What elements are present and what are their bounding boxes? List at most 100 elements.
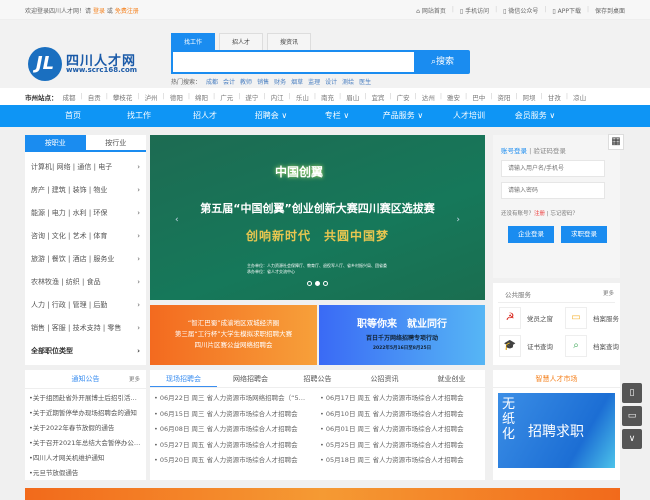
banner-smart-bashu[interactable]: “智汇巴蜀”成渝地区双城经济圈 第三届“工行杯”大学生模拟求职招聘大赛 四川片区… xyxy=(150,305,317,365)
hot-link[interactable]: 销售 xyxy=(257,77,269,86)
slide-dot[interactable] xyxy=(307,281,312,286)
mobile-link[interactable]: ▯ 手机访问 xyxy=(460,6,489,15)
tab-by-occupation[interactable]: 按职业 xyxy=(25,135,86,150)
city-link[interactable]: 泸州 xyxy=(145,92,158,102)
tab-code-login[interactable]: 验证码登录 xyxy=(533,147,566,155)
login-link[interactable]: 登录 xyxy=(93,8,105,15)
nav-item[interactable]: 招人才 xyxy=(172,105,238,127)
nav-item[interactable]: 找工作 xyxy=(106,105,172,127)
prev-slide-icon[interactable]: ‹ xyxy=(175,215,179,225)
nav-item[interactable]: 产品服务 ∨ xyxy=(370,105,436,127)
job-fair-item[interactable]: • 05月27日 周五 省人力资源市场综合人才招聘会 xyxy=(154,438,314,454)
category-all[interactable]: 全部职位类型 › xyxy=(25,340,146,363)
register-link[interactable]: 注册 xyxy=(534,211,545,217)
tab-account-login[interactable]: 账号登录 xyxy=(501,147,527,155)
hot-link[interactable]: 会计 xyxy=(223,77,235,86)
mobile-float-button[interactable]: ▯ xyxy=(622,383,642,403)
job-tab[interactable]: 网络招聘会 xyxy=(217,370,284,387)
company-login-button[interactable]: 企业登录 xyxy=(508,226,554,243)
hot-link[interactable]: 医生 xyxy=(359,77,371,86)
search-tab-jobs[interactable]: 找工作 xyxy=(171,33,215,50)
hot-link[interactable]: 教师 xyxy=(240,77,252,86)
city-link[interactable]: 成都 xyxy=(63,92,76,102)
city-link[interactable]: 凉山 xyxy=(573,92,586,102)
notice-item[interactable]: •关于2022年春节放假的通告 xyxy=(29,422,143,432)
message-float-button[interactable]: ▭ xyxy=(622,406,642,426)
city-link[interactable]: 乐山 xyxy=(296,92,309,102)
city-link[interactable]: 绵阳 xyxy=(195,92,208,102)
scroll-down-button[interactable]: ∨ xyxy=(622,429,642,449)
city-link[interactable]: 广元 xyxy=(220,92,233,102)
username-input[interactable] xyxy=(501,160,605,177)
bottom-banner[interactable] xyxy=(25,488,620,500)
hot-link[interactable]: 烟草 xyxy=(291,77,303,86)
job-tab[interactable]: 现场招聘会 xyxy=(150,370,217,387)
notice-item[interactable]: •关于近期暂停举办现场招聘会的通知 xyxy=(29,407,143,417)
notice-more[interactable]: 更多 xyxy=(129,375,140,383)
public-service-more[interactable]: 更多 xyxy=(603,289,614,297)
nav-item[interactable]: 会员服务 ∨ xyxy=(502,105,568,127)
search-button[interactable]: ⌕搜索 xyxy=(415,50,470,74)
city-link[interactable]: 眉山 xyxy=(346,92,359,102)
job-fair-item[interactable]: • 06月17日 周五 省人力资源市场综合人才招聘会 xyxy=(320,391,480,407)
category-item[interactable]: 销售 | 客服 | 技术支持 | 零售 › xyxy=(25,317,146,340)
job-fair-item[interactable]: • 06月08日 周三 省人力资源市场综合人才招聘会 xyxy=(154,422,314,438)
category-item[interactable]: 能源 | 电力 | 水利 | 环保 › xyxy=(25,202,146,225)
category-item[interactable]: 计算机| 网络 | 通信 | 电子 › xyxy=(25,156,146,179)
search-tab-news[interactable]: 搜资讯 xyxy=(267,33,311,50)
hot-link[interactable]: 监理 xyxy=(308,77,320,86)
logo-icon[interactable]: JL xyxy=(28,47,62,81)
service-certificate[interactable]: 🎓 证书查询 xyxy=(499,335,553,357)
city-link[interactable]: 德阳 xyxy=(170,92,183,102)
market-banner[interactable]: 无纸化 招聘求职 xyxy=(498,393,615,468)
category-item[interactable]: 旅游 | 餐饮 | 酒店 | 服务业 › xyxy=(25,248,146,271)
main-banner[interactable]: 中国创翼 第五届“中国创翼”创业创新大赛四川赛区选拔赛 创响新时代 共圆中国梦 … xyxy=(150,135,485,300)
service-archive-query[interactable]: ⌕ 档案查询 xyxy=(565,335,619,357)
nav-item[interactable]: 首页 xyxy=(40,105,106,127)
banner-employment[interactable]: 职等你来 就业同行 百日千万网络招聘专项行动 2022年5月16日至8月25日 xyxy=(319,305,485,365)
tab-by-industry[interactable]: 按行业 xyxy=(86,135,147,150)
slide-dot[interactable] xyxy=(315,281,320,286)
forgot-password-link[interactable]: 忘记密码？ xyxy=(550,211,578,217)
wechat-link[interactable]: ▯ 微信公众号 xyxy=(503,6,538,15)
notice-item[interactable]: •关于召开2021年总结大会暂停办公的通知 xyxy=(29,437,143,447)
job-fair-item[interactable]: • 05月25日 周三 省人力资源市场综合人才招聘会 xyxy=(320,438,480,454)
nav-item[interactable]: 招聘会 ∨ xyxy=(238,105,304,127)
job-tab[interactable]: 公招资讯 xyxy=(351,370,418,387)
search-input[interactable] xyxy=(171,50,416,74)
next-slide-icon[interactable]: › xyxy=(456,215,460,225)
notice-item[interactable]: •元旦节放假通告 xyxy=(29,467,143,477)
job-fair-item[interactable]: • 06月01日 周三 省人力资源市场综合人才招聘会 xyxy=(320,422,480,438)
job-fair-item[interactable]: • 06月15日 周三 省人力资源市场综合人才招聘会 xyxy=(154,407,314,423)
save-desktop-link[interactable]: 保存到桌面 xyxy=(595,6,625,15)
city-link[interactable]: 遂宁 xyxy=(245,92,258,102)
job-tab[interactable]: 招聘公告 xyxy=(284,370,351,387)
slide-dot[interactable] xyxy=(323,281,328,286)
job-fair-item[interactable]: • 06月10日 周五 省人力资源市场综合人才招聘会 xyxy=(320,407,480,423)
city-link[interactable]: 甘孜 xyxy=(548,92,561,102)
city-link[interactable]: 资阳 xyxy=(497,92,510,102)
app-link[interactable]: ▯ APP下载 xyxy=(552,6,581,15)
category-item[interactable]: 房产 | 建筑 | 装饰 | 物业 › xyxy=(25,179,146,202)
job-tab[interactable]: 就业创业 xyxy=(418,370,485,387)
city-link[interactable]: 南充 xyxy=(321,92,334,102)
city-link[interactable]: 阿坝 xyxy=(523,92,536,102)
category-item[interactable]: 农林牧渔 | 纺织 | 食品 › xyxy=(25,271,146,294)
category-item[interactable]: 人力 | 行政 | 管理 | 后勤 › xyxy=(25,294,146,317)
notice-item[interactable]: •关于组团赴省外开展博士后招引活动的通知 xyxy=(29,392,143,402)
job-fair-item[interactable]: • 06月22日 周三 省人力资源市场网络招聘会（“5… xyxy=(154,391,314,407)
city-link[interactable]: 宜宾 xyxy=(371,92,384,102)
job-fair-item[interactable]: • 05月18日 周三 省人力资源市场综合人才招聘会 xyxy=(320,453,480,469)
password-input[interactable] xyxy=(501,182,605,199)
city-link[interactable]: 攀枝花 xyxy=(113,92,133,102)
hot-link[interactable]: 成都 xyxy=(206,77,218,86)
qr-code-icon[interactable]: ▦ xyxy=(608,134,624,150)
home-link[interactable]: ⌂ 网站首页 xyxy=(416,6,446,15)
city-link[interactable]: 自贡 xyxy=(88,92,101,102)
nav-item[interactable]: 人才培训 xyxy=(436,105,502,127)
hot-link[interactable]: 财务 xyxy=(274,77,286,86)
hot-link[interactable]: 设计 xyxy=(325,77,337,86)
service-archive[interactable]: ▭ 档案服务 xyxy=(565,307,619,329)
hot-link[interactable]: 测绘 xyxy=(342,77,354,86)
seeker-login-button[interactable]: 求职登录 xyxy=(561,226,607,243)
